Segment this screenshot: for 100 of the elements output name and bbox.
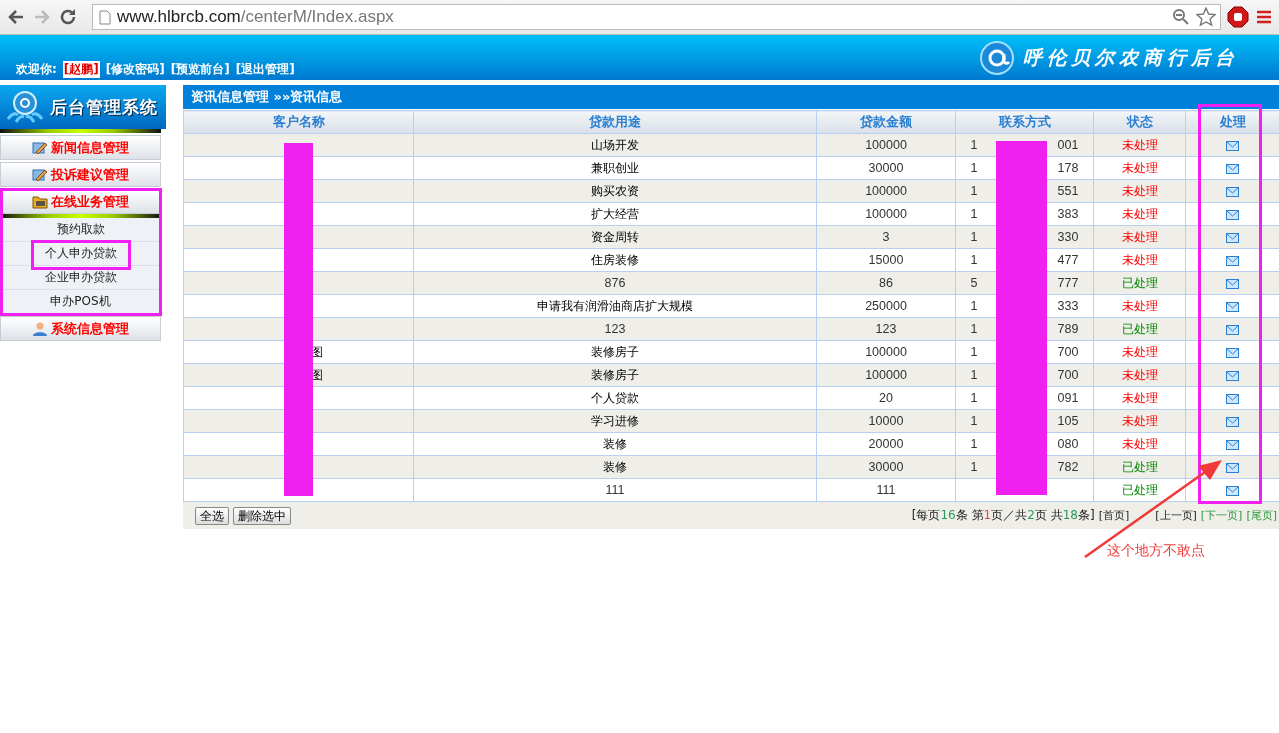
user-link[interactable]: [赵鹏] — [62, 61, 100, 78]
table-cell: 100000 — [816, 179, 956, 203]
table-cell: 30000 — [816, 156, 956, 180]
table-cell: 未处理 — [1093, 340, 1186, 364]
table-cell: 111 — [413, 478, 817, 502]
sidebar-title: 后台管理系统 — [50, 95, 158, 119]
mail-icon[interactable] — [1226, 485, 1239, 496]
table-cell: 装修 — [413, 432, 817, 456]
submenu-item[interactable]: 申办POS机 — [0, 290, 161, 314]
column-header: 客户名称 — [183, 110, 414, 134]
header-link[interactable]: [退出管理] — [235, 61, 295, 78]
table-cell: 未处理 — [1093, 248, 1186, 272]
table-cell: 未处理 — [1093, 363, 1186, 387]
mail-icon[interactable] — [1226, 278, 1239, 289]
action-button[interactable]: 删除选中 — [233, 506, 291, 525]
table-cell: 装修房子 — [413, 363, 817, 387]
table-cell: 100000 — [816, 363, 956, 387]
table-cell: 申请我有润滑油商店扩大规模 — [413, 294, 817, 318]
table-cell: 未处理 — [1093, 225, 1186, 249]
address-bar[interactable]: www.hlbrcb.com/centerM/Index.aspx — [92, 4, 1221, 30]
table-cell: 86 — [816, 271, 956, 295]
column-header: 联系方式 — [955, 110, 1094, 134]
mail-icon[interactable] — [1226, 163, 1239, 174]
table-cell: 已处理 — [1093, 478, 1186, 502]
table-cell: 山场开发 — [413, 133, 817, 157]
table-cell: 住房装修 — [413, 248, 817, 272]
octopus-logo-icon — [4, 89, 46, 125]
action-button[interactable]: 全选 — [195, 506, 229, 525]
table-cell: 已处理 — [1093, 455, 1186, 479]
submenu-item[interactable]: 个人申办贷款 — [0, 242, 161, 266]
table-cell: 20000 — [816, 432, 956, 456]
table-cell: 100000 — [816, 340, 956, 364]
header-link[interactable]: [修改密码] — [105, 61, 165, 78]
zoom-icon[interactable] — [1172, 8, 1190, 26]
table-cell: 123 — [816, 317, 956, 341]
header-link[interactable]: [预览前台] — [170, 61, 230, 78]
menu-header[interactable]: 投诉建议管理 — [0, 162, 161, 187]
mail-icon[interactable] — [1226, 140, 1239, 151]
menu-header[interactable]: 系统信息管理 — [0, 316, 161, 341]
table-cell: 未处理 — [1093, 386, 1186, 410]
column-header: 处理 — [1185, 110, 1279, 134]
table-cell: 未处理 — [1093, 432, 1186, 456]
mail-icon[interactable] — [1226, 186, 1239, 197]
mail-icon[interactable] — [1226, 209, 1239, 220]
table-cell: 100000 — [816, 202, 956, 226]
reload-icon[interactable] — [58, 7, 78, 27]
folder-icon — [32, 193, 48, 210]
at-sign-logo-icon — [979, 39, 1015, 76]
mail-icon[interactable] — [1226, 301, 1239, 312]
mail-icon[interactable] — [1226, 255, 1239, 266]
mail-icon[interactable] — [1226, 416, 1239, 427]
star-icon[interactable] — [1196, 7, 1216, 27]
table-cell: 未处理 — [1093, 156, 1186, 180]
pager-link[interactable]: [下一页] — [1200, 508, 1243, 523]
table-cell: 10000 — [816, 409, 956, 433]
table-cell: 111 — [816, 478, 956, 502]
mail-icon[interactable] — [1226, 462, 1239, 473]
table-cell: 个人贷款 — [413, 386, 817, 410]
site-title: 呼伦贝尔农商行后台 — [1023, 44, 1239, 70]
table-cell: 100000 — [816, 133, 956, 157]
mail-icon[interactable] — [1226, 393, 1239, 404]
table-cell: 3 — [816, 225, 956, 249]
pager-link[interactable]: [尾页] — [1246, 508, 1277, 523]
mail-icon[interactable] — [1226, 347, 1239, 358]
table-cell: 20 — [816, 386, 956, 410]
table-cell: 未处理 — [1093, 202, 1186, 226]
table-cell: 30000 — [816, 455, 956, 479]
table-cell: 扩大经营 — [413, 202, 817, 226]
mail-icon[interactable] — [1226, 324, 1239, 335]
table-cell: 装修房子 — [413, 340, 817, 364]
table-cell: 未处理 — [1093, 294, 1186, 318]
submenu-item[interactable]: 预约取款 — [0, 218, 161, 242]
pencil-note-icon — [32, 166, 48, 183]
table-cell: 15000 — [816, 248, 956, 272]
table-cell: 250000 — [816, 294, 956, 318]
table-cell: 未处理 — [1093, 133, 1186, 157]
table-cell: 876 — [413, 271, 817, 295]
annotation-note: 这个地方不敢点 — [1107, 542, 1205, 560]
mail-icon[interactable] — [1226, 370, 1239, 381]
table-cell: 学习进修 — [413, 409, 817, 433]
menu-header[interactable]: 新闻信息管理 — [0, 135, 161, 160]
table-cell: 已处理 — [1093, 271, 1186, 295]
submenu-item[interactable]: 企业申办贷款 — [0, 266, 161, 290]
stop-sign-icon[interactable] — [1227, 6, 1249, 28]
table-cell: 兼职创业 — [413, 156, 817, 180]
page-summary: [每页16条 第1页／共2页 共18条] — [911, 507, 1095, 524]
page-icon — [99, 9, 111, 25]
column-header: 状态 — [1093, 110, 1186, 134]
table-cell: 资金周转 — [413, 225, 817, 249]
breadcrumb-bar: 资讯信息管理 »»资讯信息 — [183, 85, 1279, 109]
table-cell: 未处理 — [1093, 409, 1186, 433]
user-icon — [32, 320, 48, 337]
table-cell: 已处理 — [1093, 317, 1186, 341]
mail-icon[interactable] — [1226, 232, 1239, 243]
menu-icon[interactable] — [1255, 9, 1273, 25]
table-cell: 购买农资 — [413, 179, 817, 203]
mail-icon[interactable] — [1226, 439, 1239, 450]
table-cell: 123 — [413, 317, 817, 341]
welcome-label: 欢迎你: — [16, 61, 57, 78]
pencil-note-icon — [32, 139, 48, 156]
